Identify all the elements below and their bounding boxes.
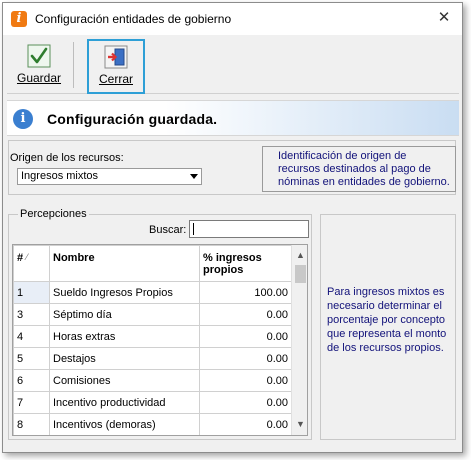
save-button-label: Guardar bbox=[16, 71, 62, 85]
vertical-scrollbar[interactable]: ▲ ▼ bbox=[291, 245, 307, 435]
exit-door-icon bbox=[104, 45, 128, 69]
table-row[interactable]: 4 Horas extras 0.00 bbox=[13, 325, 292, 348]
table-row[interactable]: 6 Comisiones 0.00 bbox=[13, 369, 292, 392]
row-index-cell[interactable]: 6 bbox=[13, 369, 50, 392]
column-header-percent[interactable]: % ingresos propios bbox=[199, 245, 292, 282]
row-index-cell[interactable]: 8 bbox=[13, 413, 50, 435]
app-logo-icon: i bbox=[11, 11, 27, 27]
text-caret bbox=[193, 223, 194, 235]
row-percent-cell[interactable]: 0.00 bbox=[199, 303, 292, 326]
close-button-label: Cerrar bbox=[98, 72, 133, 86]
save-button[interactable]: Guardar bbox=[9, 40, 69, 92]
table-row[interactable]: 1 Sueldo Ingresos Propios 100.00 bbox=[13, 281, 292, 304]
table-row[interactable]: 8 Incentivos (demoras) 0.00 bbox=[13, 413, 292, 435]
row-percent-cell[interactable]: 0.00 bbox=[199, 325, 292, 348]
side-note-text: Para ingresos mixtos es necesario determ… bbox=[327, 286, 447, 354]
row-name-cell[interactable]: Sueldo Ingresos Propios bbox=[49, 281, 200, 304]
row-percent-cell[interactable]: 0.00 bbox=[199, 391, 292, 414]
origin-note: Identificación de origen de recursos des… bbox=[262, 146, 456, 192]
table-row[interactable]: 3 Séptimo día 0.00 bbox=[13, 303, 292, 326]
scroll-down-icon[interactable]: ▼ bbox=[292, 416, 307, 433]
info-icon: i bbox=[13, 109, 33, 129]
row-name-cell[interactable]: Horas extras bbox=[49, 325, 200, 348]
toolbar-separator bbox=[73, 42, 74, 88]
column-header-name[interactable]: Nombre bbox=[49, 245, 200, 282]
toolbar: Guardar Cerrar bbox=[7, 36, 459, 94]
row-index-cell[interactable]: 7 bbox=[13, 391, 50, 414]
info-banner: i Configuración guardada. bbox=[7, 100, 459, 136]
row-index-cell[interactable]: 5 bbox=[13, 347, 50, 370]
row-percent-cell[interactable]: 0.00 bbox=[199, 369, 292, 392]
origin-selected-value: Ingresos mixtos bbox=[21, 170, 99, 182]
scroll-up-icon[interactable]: ▲ bbox=[292, 247, 307, 264]
search-input[interactable] bbox=[189, 220, 309, 238]
checkmark-icon bbox=[27, 44, 51, 68]
row-name-cell[interactable]: Séptimo día bbox=[49, 303, 200, 326]
origin-label: Origen de los recursos: bbox=[10, 152, 124, 164]
window-title: Configuración entidades de gobierno bbox=[35, 12, 232, 26]
info-message: Configuración guardada. bbox=[47, 111, 218, 127]
table-row[interactable]: 5 Destajos 0.00 bbox=[13, 347, 292, 370]
row-name-cell[interactable]: Incentivo productividad bbox=[49, 391, 200, 414]
row-index-cell[interactable]: 1 bbox=[13, 281, 50, 304]
row-percent-cell[interactable]: 0.00 bbox=[199, 347, 292, 370]
chevron-down-icon bbox=[190, 174, 198, 179]
scroll-thumb[interactable] bbox=[295, 265, 306, 283]
row-index-cell[interactable]: 4 bbox=[13, 325, 50, 348]
column-header-index[interactable]: # ⁄ bbox=[13, 245, 50, 282]
title-bar: i Configuración entidades de gobierno ✕ bbox=[3, 3, 462, 35]
close-window-icon[interactable]: ✕ bbox=[436, 10, 452, 26]
row-percent-cell[interactable]: 100.00 bbox=[199, 281, 292, 304]
row-name-cell[interactable]: Destajos bbox=[49, 347, 200, 370]
percepciones-group-title: Percepciones bbox=[18, 208, 89, 220]
row-name-cell[interactable]: Incentivos (demoras) bbox=[49, 413, 200, 435]
row-index-cell[interactable]: 3 bbox=[13, 303, 50, 326]
percepciones-table: # ⁄ Nombre % ingresos propios 1 Sueldo In… bbox=[12, 244, 308, 436]
origin-dropdown[interactable]: Ingresos mixtos bbox=[17, 168, 202, 185]
row-percent-cell[interactable]: 0.00 bbox=[199, 413, 292, 435]
search-label: Buscar: bbox=[149, 224, 187, 236]
close-button[interactable]: Cerrar bbox=[87, 39, 145, 94]
row-name-cell[interactable]: Comisiones bbox=[49, 369, 200, 392]
table-row[interactable]: 7 Incentivo productividad 0.00 bbox=[13, 391, 292, 414]
